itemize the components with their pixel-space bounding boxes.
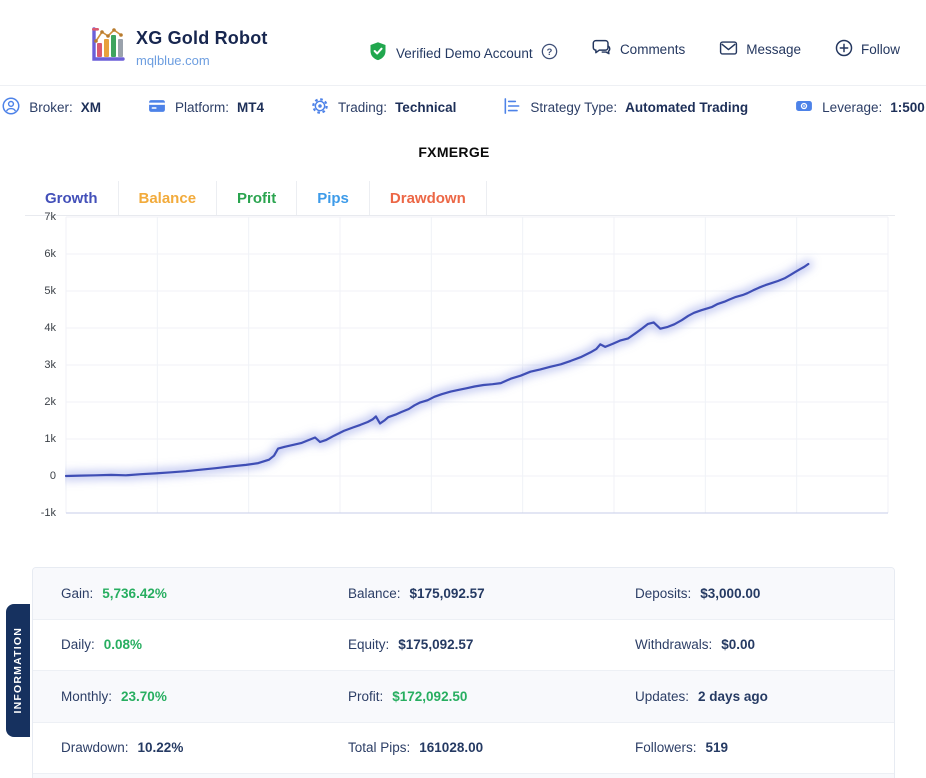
- y-tick-label: 3k: [44, 358, 56, 371]
- info-leverage: Leverage: 1:500: [794, 96, 925, 119]
- info-value: XM: [80, 100, 102, 115]
- info-value: MT4: [237, 100, 265, 115]
- envelope-icon: [719, 40, 738, 59]
- info-value: Technical: [395, 100, 457, 115]
- table-row: Gain: 5,736.42% Balance: $175,092.57 Depos…: [33, 568, 894, 620]
- y-tick-label: 7k: [44, 210, 56, 223]
- info-strategy-type: Strategy Type: Automated Trading: [502, 96, 748, 119]
- header-actions: Comments Message Follow: [591, 38, 900, 60]
- y-tick-label: 1k: [44, 432, 56, 445]
- message-label: Message: [746, 41, 801, 57]
- y-tick-label: 2k: [44, 395, 56, 408]
- stat-total-pips: Total Pips: 161028.00: [348, 740, 484, 756]
- stat-drawdown: Drawdown: 10.22%: [61, 740, 184, 756]
- follow-label: Follow: [860, 41, 900, 57]
- account-info-bar: Broker: XM Platform: MT4 Trading: Techni…: [0, 96, 926, 119]
- table-row: Drawdown: 10.22% Total Pips: 161028.00 Fol…: [33, 723, 894, 774]
- plus-circle-icon: [835, 39, 853, 60]
- y-tick-label: -1k: [40, 506, 56, 519]
- chart-tabs: Growth Balance Profit Pips Drawdown: [25, 181, 895, 216]
- table-row: Monthly: 23.70% Profit: $172,092.50 Update…: [33, 671, 894, 723]
- banknote-icon: [794, 96, 814, 119]
- tab-balance[interactable]: Balance: [119, 181, 218, 215]
- info-platform: Platform: MT4: [147, 96, 264, 119]
- account-website[interactable]: mqlblue.com: [136, 53, 268, 68]
- y-tick-label: 5k: [44, 284, 56, 297]
- app-logo-icon: [86, 24, 128, 66]
- stat-daily: Daily: 0.08%: [61, 637, 143, 653]
- strategy-lines-icon: [502, 96, 522, 119]
- stats-table: Gain: 5,736.42% Balance: $175,092.57 Depos…: [32, 567, 895, 778]
- stat-equity: Equity: $175,092.57: [348, 637, 474, 653]
- stat-profit: Profit: $172,092.50: [348, 688, 468, 704]
- message-button[interactable]: Message: [719, 40, 801, 59]
- comments-label: Comments: [619, 41, 686, 57]
- shield-check-icon: [368, 40, 388, 67]
- page-title: XG Gold Robot: [136, 28, 268, 48]
- y-tick-label: 0: [49, 469, 56, 482]
- info-value: 1:500: [890, 100, 925, 115]
- help-icon[interactable]: ?: [541, 43, 558, 65]
- stat-updates: Updates: 2 days ago: [635, 688, 768, 704]
- user-circle-icon: [1, 96, 21, 119]
- verified-label: Verified Demo Account: [396, 46, 533, 61]
- gear-icon: [310, 96, 330, 119]
- y-tick-label: 6k: [44, 247, 56, 260]
- info-label: Broker:: [29, 100, 73, 115]
- table-row: Daily: 0.08% Equity: $175,092.57 Withdrawa…: [33, 620, 894, 671]
- tab-drawdown[interactable]: Drawdown: [370, 181, 487, 215]
- account-name: FXMERGE: [418, 144, 490, 160]
- tab-pips[interactable]: Pips: [297, 181, 370, 215]
- stat-followers: Followers: 519: [635, 740, 729, 756]
- stat-monthly: Monthly: 23.70%: [61, 688, 167, 704]
- info-label: Platform:: [175, 100, 230, 115]
- y-tick-label: 4k: [44, 321, 56, 334]
- growth-line-plot: [65, 216, 889, 514]
- growth-chart[interactable]: 7k 6k 5k 4k 3k 2k 1k 0 -1k: [0, 211, 926, 527]
- information-side-tab[interactable]: INFORMATION: [6, 604, 30, 737]
- stat-gain: Gain: 5,736.42%: [61, 585, 167, 601]
- stat-deposits: Deposits: $3,000.00: [635, 585, 761, 601]
- stat-withdrawals: Withdrawals: $0.00: [635, 637, 756, 653]
- info-trading: Trading: Technical: [310, 96, 456, 119]
- info-label: Strategy Type:: [530, 100, 618, 115]
- info-broker: Broker: XM: [1, 96, 101, 119]
- svg-text:?: ?: [546, 46, 552, 56]
- verified-badge: Verified Demo Account ?: [368, 40, 558, 67]
- account-page: XG Gold Robot mqlblue.com Verified Demo …: [0, 0, 926, 778]
- table-row: [33, 774, 894, 778]
- follow-button[interactable]: Follow: [835, 39, 900, 60]
- header: XG Gold Robot mqlblue.com Verified Demo …: [0, 0, 926, 86]
- info-label: Leverage:: [822, 100, 883, 115]
- comments-icon: [591, 38, 612, 60]
- tab-profit[interactable]: Profit: [217, 181, 298, 215]
- info-value: Automated Trading: [625, 100, 749, 115]
- information-side-tab-label: INFORMATION: [12, 627, 24, 714]
- platform-card-icon: [147, 96, 167, 119]
- stat-balance: Balance: $175,092.57: [348, 585, 485, 601]
- comments-button[interactable]: Comments: [591, 38, 685, 60]
- info-label: Trading:: [338, 100, 388, 115]
